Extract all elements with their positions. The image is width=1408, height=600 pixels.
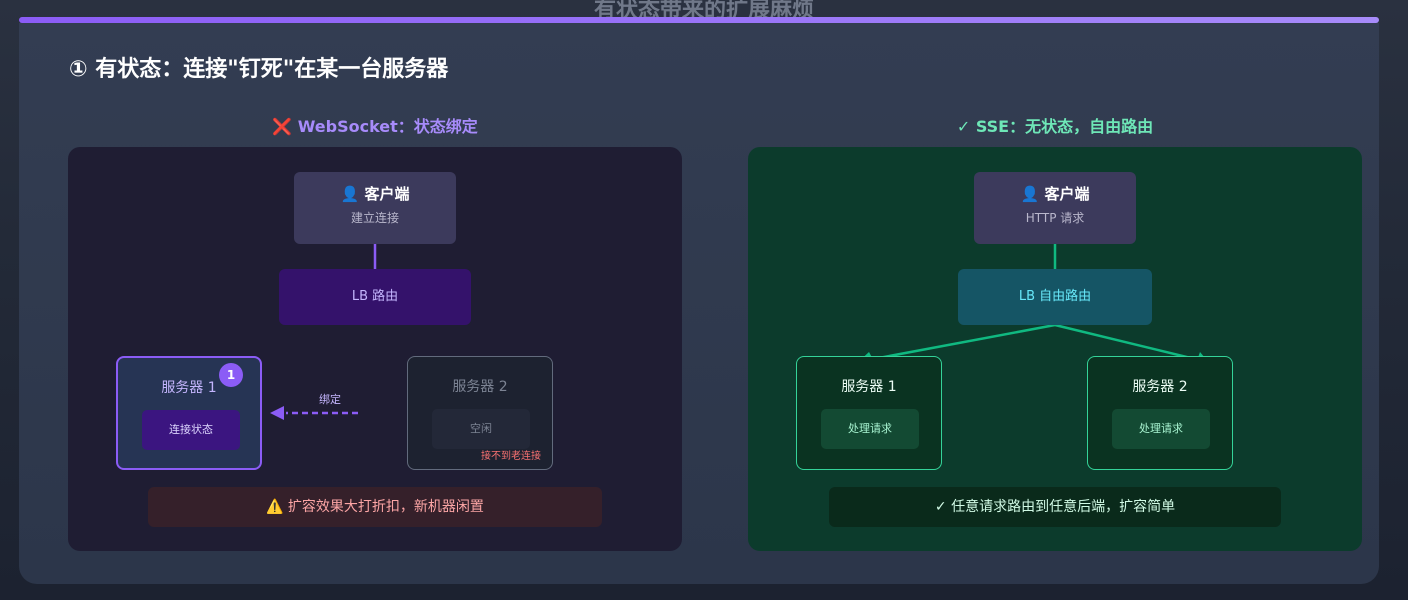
sse-success-footer: ✓ 任意请求路由到任意后端，扩容简单 xyxy=(829,487,1281,527)
client-title: 👤 客户端 xyxy=(340,185,410,203)
server-2-title: 服务器 2 xyxy=(452,379,508,395)
websocket-warning-footer: ⚠️ 扩容效果大打折扣，新机器闲置 xyxy=(148,487,602,527)
client-title: 👤 客户端 xyxy=(1020,185,1090,203)
client-subtitle: 建立连接 xyxy=(350,211,399,225)
sse-client-box: 👤 客户端 HTTP 请求 xyxy=(974,172,1136,244)
websocket-lb-box: LB 路由 xyxy=(279,269,471,325)
lb-to-server-1-arrow xyxy=(867,323,1056,362)
sse-server-1: 服务器 1 处理请求 xyxy=(796,356,942,470)
sse-heading: ✓ SSE：无状态，自由路由 xyxy=(956,117,1154,136)
bind-label: 绑定 xyxy=(319,393,341,406)
no-old-connection-note: 接不到老连接 xyxy=(481,451,541,462)
connection-state-box: 连接状态 xyxy=(142,410,240,450)
server-1-title: 服务器 1 xyxy=(841,379,897,395)
sse-server-2: 服务器 2 处理请求 xyxy=(1087,356,1233,470)
websocket-panel: 👤 客户端 建立连接 LB 路由 服务器 1 连接状态 1 绑定 服务器 2 空… xyxy=(68,147,682,551)
content-card: ① 有状态：连接"钉死"在某一台服务器 ❌ WebSocket：状态绑定 ✓ S… xyxy=(19,23,1379,584)
websocket-client-box: 👤 客户端 建立连接 xyxy=(294,172,456,244)
client-subtitle: HTTP 请求 xyxy=(1025,211,1085,225)
lb-to-server-2-arrow xyxy=(1054,323,1200,362)
sse-panel: 👤 客户端 HTTP 请求 LB 自由路由 服务器 1 处理请求 服务器 2 处… xyxy=(748,147,1362,551)
server-1-badge: 1 xyxy=(219,363,243,387)
handle-request-box: 处理请求 xyxy=(821,409,919,449)
sse-lb-box: LB 自由路由 xyxy=(958,269,1152,325)
websocket-server-1: 服务器 1 连接状态 1 xyxy=(116,356,262,470)
handle-request-box: 处理请求 xyxy=(1112,409,1210,449)
idle-box: 空闲 xyxy=(432,409,530,449)
websocket-heading: ❌ WebSocket：状态绑定 xyxy=(272,117,478,136)
section-title: ① 有状态：连接"钉死"在某一台服务器 xyxy=(69,57,449,82)
server-2-title: 服务器 2 xyxy=(1132,379,1188,395)
bind-arrowhead xyxy=(270,406,284,420)
